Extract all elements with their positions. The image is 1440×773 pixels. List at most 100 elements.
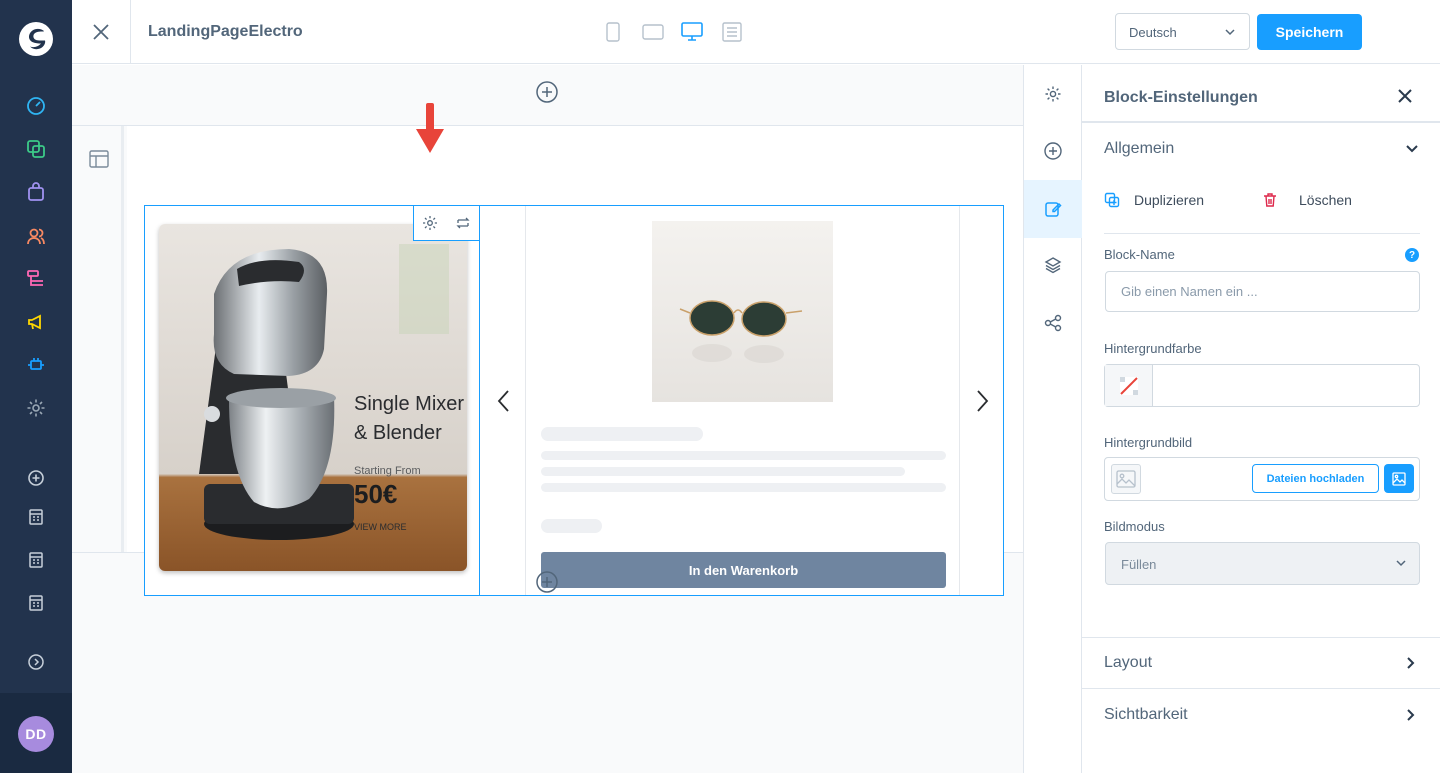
image-mode-select[interactable]: Füllen (1105, 542, 1420, 585)
cms-block[interactable]: Single Mixer & Blender Starting From 50€… (144, 205, 1004, 596)
image-mode-label: Bildmodus (1104, 519, 1165, 534)
banner-subline: Starting From (354, 465, 421, 477)
image-mode-value: Füllen (1121, 557, 1157, 572)
description-placeholder-line (541, 467, 905, 476)
expand-menu-icon[interactable] (24, 650, 48, 674)
product-name-placeholder (541, 427, 703, 441)
tablet-viewport-button[interactable] (641, 20, 665, 44)
avatar[interactable]: DD (18, 716, 54, 752)
gear-icon (423, 216, 438, 230)
tablet-device-icon (642, 24, 664, 40)
user-menu: DD (0, 693, 72, 773)
layout-section-header[interactable]: Layout (1104, 654, 1152, 672)
layers-icon (1044, 257, 1062, 274)
settings-icon[interactable] (24, 396, 48, 420)
price-placeholder (541, 519, 602, 533)
add-to-cart-button[interactable]: In den Warenkorb (541, 552, 946, 588)
product-card[interactable]: In den Warenkorb (525, 206, 960, 595)
shopware-logo-icon[interactable] (17, 20, 55, 58)
product-image (652, 221, 833, 402)
storefront-icon[interactable] (24, 548, 48, 572)
page-canvas: Single Mixer & Blender Starting From 50€… (72, 65, 1023, 773)
delete-block-button[interactable]: Löschen (1262, 192, 1352, 208)
banner-cta: VIEW MORE (354, 522, 407, 532)
slot-toolbar (413, 206, 479, 241)
visibility-section-header[interactable]: Sichtbarkeit (1104, 706, 1188, 724)
slider-next-button[interactable] (972, 387, 992, 415)
gear-icon (1045, 86, 1061, 102)
page-settings-tab[interactable] (1024, 65, 1082, 123)
slot-settings-button[interactable] (414, 206, 447, 240)
full-width-viewport-button[interactable] (720, 20, 744, 44)
extensions-icon[interactable] (24, 353, 48, 377)
banner-price: 50€ (354, 479, 397, 509)
divider (1082, 688, 1440, 689)
layout-assignment-tab[interactable] (1024, 294, 1082, 352)
dashboard-icon[interactable] (24, 94, 48, 118)
description-placeholder-line (541, 451, 946, 460)
add-circle-icon (536, 81, 558, 103)
chevron-right-icon[interactable] (1402, 707, 1418, 723)
storefront-icon[interactable] (24, 505, 48, 529)
list-view-icon (722, 22, 742, 42)
chevron-right-icon (977, 390, 989, 412)
chevron-down-icon[interactable] (1404, 141, 1420, 157)
close-editor-button[interactable] (72, 0, 131, 64)
delete-label: Löschen (1299, 192, 1352, 208)
panel-header: Block-Einstellungen (1082, 65, 1440, 123)
banner-headline-2: & Blender (354, 422, 442, 444)
customers-icon[interactable] (24, 224, 48, 248)
add-section-top-button[interactable] (535, 80, 559, 104)
banner-image-slot[interactable]: Single Mixer & Blender Starting From 50€… (145, 206, 480, 595)
duplicate-icon (1104, 192, 1120, 208)
duplicate-label: Duplizieren (1134, 192, 1205, 208)
close-icon (93, 24, 109, 40)
slot-swap-button[interactable] (447, 206, 480, 240)
image-icon (1392, 471, 1406, 486)
block-name-label: Block-Name (1104, 247, 1175, 262)
edit-icon (1045, 202, 1062, 217)
background-image-field: Dateien hochladen (1104, 457, 1420, 501)
language-value: Deutsch (1129, 25, 1177, 40)
description-placeholder-line (541, 483, 946, 492)
catalogue-icon[interactable] (24, 137, 48, 161)
section-sidebar (72, 126, 124, 552)
product-slider-slot[interactable]: In den Warenkorb (480, 206, 1003, 595)
help-icon[interactable]: ? (1405, 248, 1419, 262)
section-layout-button[interactable] (89, 150, 109, 173)
close-icon (1398, 89, 1412, 103)
chevron-right-icon[interactable] (1402, 655, 1418, 671)
content-icon[interactable] (24, 267, 48, 291)
general-section-header[interactable]: Allgemein (1104, 140, 1174, 158)
layers-tab[interactable] (1024, 236, 1082, 294)
trash-icon (1264, 193, 1276, 207)
share-icon (1044, 314, 1062, 332)
upload-files-button[interactable]: Dateien hochladen (1252, 464, 1379, 493)
desktop-viewport-button[interactable] (680, 20, 704, 44)
color-swatch[interactable] (1105, 365, 1153, 406)
marketing-icon[interactable] (24, 310, 48, 334)
language-select[interactable]: Deutsch (1115, 13, 1250, 50)
mobile-viewport-button[interactable] (601, 20, 625, 44)
editor-header: LandingPageElectro Deutsch Speichern (72, 0, 1440, 64)
duplicate-block-button[interactable]: Duplizieren (1104, 192, 1204, 208)
background-color-field[interactable] (1104, 364, 1420, 407)
sidebar-tabs (1023, 65, 1082, 773)
add-sales-channel-icon[interactable] (24, 466, 48, 490)
storefront-icon[interactable] (24, 591, 48, 615)
block-name-input[interactable] (1105, 271, 1420, 312)
save-button[interactable]: Speichern (1257, 14, 1362, 50)
add-blocks-tab[interactable] (1024, 122, 1082, 180)
block-settings-panel: Block-Einstellungen Allgemein Dupliziere… (1082, 65, 1440, 773)
close-panel-button[interactable] (1398, 89, 1416, 107)
layout-icon (89, 150, 109, 168)
add-section-bottom-button[interactable] (535, 570, 559, 594)
mobile-device-icon (606, 22, 620, 42)
divider (1104, 233, 1420, 234)
annotation-arrow-icon (413, 103, 447, 155)
block-settings-tab[interactable] (1024, 180, 1082, 238)
open-media-button[interactable] (1384, 464, 1414, 493)
orders-icon[interactable] (24, 180, 48, 204)
slider-prev-button[interactable] (494, 387, 514, 415)
background-image-label: Hintergrundbild (1104, 435, 1193, 450)
